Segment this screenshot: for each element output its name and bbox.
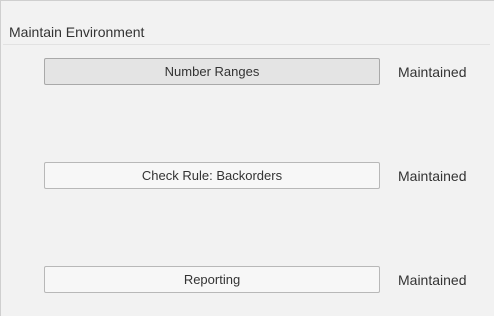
check-rule-backorders-button[interactable]: Check Rule: Backorders — [44, 162, 380, 189]
title-divider — [3, 44, 490, 45]
number-ranges-button[interactable]: Number Ranges — [44, 58, 380, 85]
check-rule-backorders-status: Maintained — [398, 168, 467, 184]
panel-title: Maintain Environment — [9, 24, 145, 40]
reporting-button[interactable]: Reporting — [44, 266, 380, 293]
reporting-status: Maintained — [398, 272, 467, 288]
number-ranges-status: Maintained — [398, 64, 467, 80]
maintain-environment-panel: Maintain Environment Number Ranges Maint… — [0, 0, 494, 316]
